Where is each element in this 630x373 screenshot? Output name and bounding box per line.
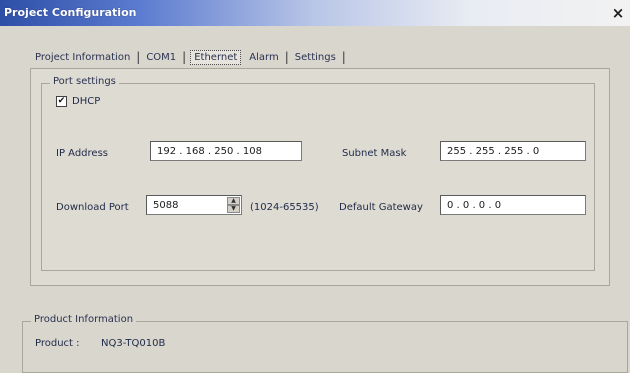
title-bar[interactable]: Project Configuration ×: [0, 0, 630, 26]
download-port-spinner[interactable]: ▲ ▼: [227, 197, 240, 213]
dhcp-checkbox[interactable]: ✔: [56, 96, 67, 107]
port-settings-group: Port settings ✔ DHCP IP Address 192 . 16…: [41, 76, 595, 271]
spin-up-icon[interactable]: ▲: [227, 197, 240, 205]
port-settings-legend: Port settings: [50, 76, 119, 87]
download-port-stepper[interactable]: 5088 ▲ ▼: [146, 195, 242, 215]
tab-com1[interactable]: COM1: [141, 50, 181, 65]
dhcp-checkbox-row[interactable]: ✔ DHCP: [56, 96, 100, 107]
close-button[interactable]: ×: [610, 5, 626, 21]
product-information-group: Product Information Product : NQ3-TQ010B: [22, 314, 628, 373]
tab-project-information[interactable]: Project Information: [30, 50, 135, 65]
tab-alarm[interactable]: Alarm: [244, 50, 283, 65]
download-port-range: (1024-65535): [250, 202, 319, 213]
default-gateway-input[interactable]: 0 . 0 . 0 . 0: [440, 195, 586, 215]
tab-separator: |: [182, 50, 187, 64]
default-gateway-label: Default Gateway: [339, 202, 423, 213]
download-port-label: Download Port: [56, 202, 129, 213]
product-value: NQ3-TQ010B: [101, 338, 166, 349]
subnet-mask-input[interactable]: 255 . 255 . 255 . 0: [440, 141, 586, 161]
tab-separator: |: [341, 50, 346, 64]
dhcp-label[interactable]: DHCP: [72, 96, 100, 107]
spin-down-icon[interactable]: ▼: [227, 205, 240, 213]
product-label: Product :: [35, 338, 80, 349]
ip-address-label: IP Address: [56, 148, 108, 159]
ethernet-tab-panel: Port settings ✔ DHCP IP Address 192 . 16…: [30, 68, 610, 286]
dialog-body: Project Information | COM1 | Ethernet Al…: [14, 26, 630, 373]
subnet-mask-label: Subnet Mask: [342, 148, 407, 159]
tab-ethernet[interactable]: Ethernet: [190, 49, 242, 65]
product-information-legend: Product Information: [31, 314, 137, 325]
tab-settings[interactable]: Settings: [290, 50, 341, 65]
tab-strip: Project Information | COM1 | Ethernet Al…: [30, 46, 347, 68]
ip-address-input[interactable]: 192 . 168 . 250 . 108: [150, 141, 302, 161]
window-title: Project Configuration: [4, 6, 137, 19]
download-port-value: 5088: [153, 199, 179, 211]
